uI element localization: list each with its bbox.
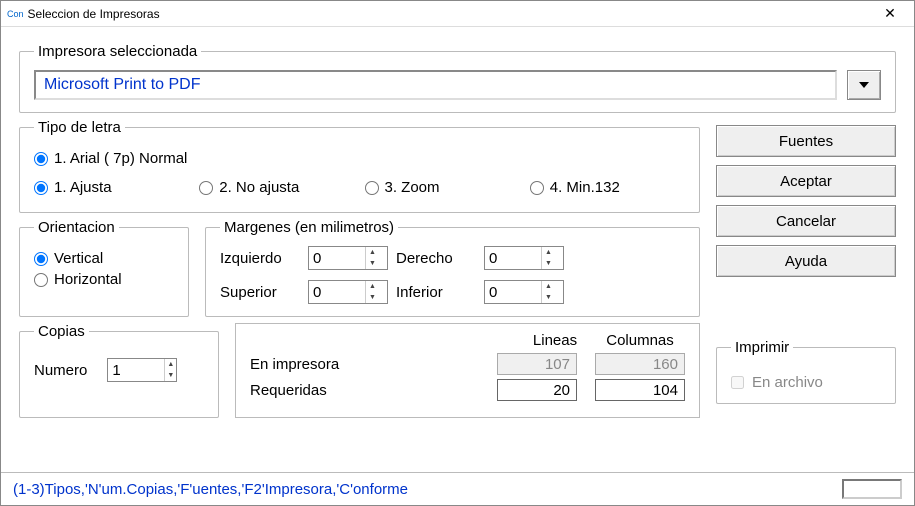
radio-horizontal-label: Horizontal bbox=[54, 271, 122, 288]
printer-lines-value: 107 bbox=[497, 353, 577, 375]
spin-down-icon[interactable]: ▼ bbox=[165, 370, 176, 381]
orientation-legend: Orientacion bbox=[34, 219, 119, 236]
margin-bottom-field[interactable] bbox=[485, 281, 541, 303]
margin-right-label: Derecho bbox=[396, 250, 476, 267]
print-to-file-label: En archivo bbox=[752, 374, 823, 391]
radio-font-main[interactable]: 1. Arial ( 7p) Normal bbox=[34, 150, 685, 167]
row-required-label: Requeridas bbox=[250, 382, 479, 399]
dialog-body: Impresora seleccionada Microsoft Print t… bbox=[1, 27, 914, 472]
app-icon: Con bbox=[7, 9, 24, 19]
printer-group: Impresora seleccionada Microsoft Print t… bbox=[19, 43, 896, 113]
window-title: Seleccion de Impresoras bbox=[28, 7, 870, 21]
statusbar: (1-3)Tipos,'N'um.Copias,'F'uentes,'F2'Im… bbox=[1, 472, 914, 505]
status-indicator bbox=[842, 479, 902, 499]
orientation-group: Orientacion Vertical Horizontal bbox=[19, 219, 189, 317]
print-to-file[interactable]: En archivo bbox=[731, 374, 881, 391]
radio-horizontal-input[interactable] bbox=[34, 273, 48, 287]
font-group: Tipo de letra 1. Arial ( 7p) Normal 1. A… bbox=[19, 119, 700, 213]
margin-bottom-label: Inferior bbox=[396, 284, 476, 301]
copies-label: Numero bbox=[34, 362, 87, 379]
ok-button[interactable]: Aceptar bbox=[716, 165, 896, 197]
required-lines-value[interactable]: 20 bbox=[497, 379, 577, 401]
margin-right-input[interactable]: ▲▼ bbox=[484, 246, 564, 270]
radio-fit-4-label: 4. Min.132 bbox=[550, 179, 620, 196]
radio-fit-4[interactable]: 4. Min.132 bbox=[530, 179, 685, 196]
radio-fit-3-label: 3. Zoom bbox=[385, 179, 440, 196]
printer-dropdown-button[interactable] bbox=[847, 70, 881, 100]
cancel-button[interactable]: Cancelar bbox=[716, 205, 896, 237]
printer-legend: Impresora seleccionada bbox=[34, 43, 201, 60]
spin-down-icon[interactable]: ▼ bbox=[542, 292, 555, 303]
copies-field[interactable] bbox=[108, 359, 164, 381]
spin-up-icon[interactable]: ▲ bbox=[366, 281, 379, 292]
spin-down-icon[interactable]: ▼ bbox=[366, 292, 379, 303]
radio-fit-1[interactable]: 1. Ajusta bbox=[34, 179, 189, 196]
radio-fit-4-input[interactable] bbox=[530, 181, 544, 195]
radio-vertical-label: Vertical bbox=[54, 250, 103, 267]
radio-vertical-input[interactable] bbox=[34, 252, 48, 266]
lines-cols-group: Lineas Columnas En impresora 107 160 Req… bbox=[235, 323, 700, 418]
fonts-button[interactable]: Fuentes bbox=[716, 125, 896, 157]
radio-fit-2-label: 2. No ajusta bbox=[219, 179, 299, 196]
copies-legend: Copias bbox=[34, 323, 89, 340]
margin-left-field[interactable] bbox=[309, 247, 365, 269]
close-button[interactable]: ✕ bbox=[870, 3, 910, 25]
radio-fit-2[interactable]: 2. No ajusta bbox=[199, 179, 354, 196]
copies-group: Copias Numero ▲▼ bbox=[19, 323, 219, 418]
margin-top-input[interactable]: ▲▼ bbox=[308, 280, 388, 304]
margin-left-input[interactable]: ▲▼ bbox=[308, 246, 388, 270]
spin-up-icon[interactable]: ▲ bbox=[542, 247, 555, 258]
margins-group: Margenes (en milimetros) Izquierdo ▲▼ De… bbox=[205, 219, 700, 317]
margin-right-field[interactable] bbox=[485, 247, 541, 269]
selected-printer-display: Microsoft Print to PDF bbox=[34, 70, 837, 100]
status-text: (1-3)Tipos,'N'um.Copias,'F'uentes,'F2'Im… bbox=[13, 481, 408, 498]
spin-down-icon[interactable]: ▼ bbox=[542, 258, 555, 269]
titlebar: Con Seleccion de Impresoras ✕ bbox=[1, 1, 914, 27]
button-column: Fuentes Aceptar Cancelar Ayuda Imprimir … bbox=[716, 119, 896, 404]
radio-fit-3[interactable]: 3. Zoom bbox=[365, 179, 520, 196]
radio-horizontal[interactable]: Horizontal bbox=[34, 271, 174, 288]
print-legend: Imprimir bbox=[731, 339, 793, 356]
margin-left-label: Izquierdo bbox=[220, 250, 300, 267]
radio-fit-3-input[interactable] bbox=[365, 181, 379, 195]
required-cols-value[interactable]: 104 bbox=[595, 379, 685, 401]
head-lines: Lineas bbox=[515, 332, 595, 349]
spin-up-icon[interactable]: ▲ bbox=[366, 247, 379, 258]
margin-bottom-input[interactable]: ▲▼ bbox=[484, 280, 564, 304]
margins-legend: Margenes (en milimetros) bbox=[220, 219, 398, 236]
font-legend: Tipo de letra bbox=[34, 119, 125, 136]
help-button[interactable]: Ayuda bbox=[716, 245, 896, 277]
dialog-window: Con Seleccion de Impresoras ✕ Impresora … bbox=[0, 0, 915, 506]
spin-up-icon[interactable]: ▲ bbox=[165, 359, 176, 370]
margin-top-label: Superior bbox=[220, 284, 300, 301]
chevron-down-icon bbox=[859, 82, 869, 88]
print-to-file-checkbox[interactable] bbox=[731, 376, 744, 389]
radio-fit-1-input[interactable] bbox=[34, 181, 48, 195]
close-icon: ✕ bbox=[884, 5, 896, 22]
head-cols: Columnas bbox=[595, 332, 685, 349]
spin-down-icon[interactable]: ▼ bbox=[366, 258, 379, 269]
margin-top-field[interactable] bbox=[309, 281, 365, 303]
copies-input[interactable]: ▲▼ bbox=[107, 358, 177, 382]
radio-font-main-label: 1. Arial ( 7p) Normal bbox=[54, 150, 187, 167]
row-printer-label: En impresora bbox=[250, 356, 479, 373]
radio-fit-1-label: 1. Ajusta bbox=[54, 179, 112, 196]
radio-fit-2-input[interactable] bbox=[199, 181, 213, 195]
printer-cols-value: 160 bbox=[595, 353, 685, 375]
radio-font-main-input[interactable] bbox=[34, 152, 48, 166]
spin-up-icon[interactable]: ▲ bbox=[542, 281, 555, 292]
radio-vertical[interactable]: Vertical bbox=[34, 250, 174, 267]
print-group: Imprimir En archivo bbox=[716, 339, 896, 404]
